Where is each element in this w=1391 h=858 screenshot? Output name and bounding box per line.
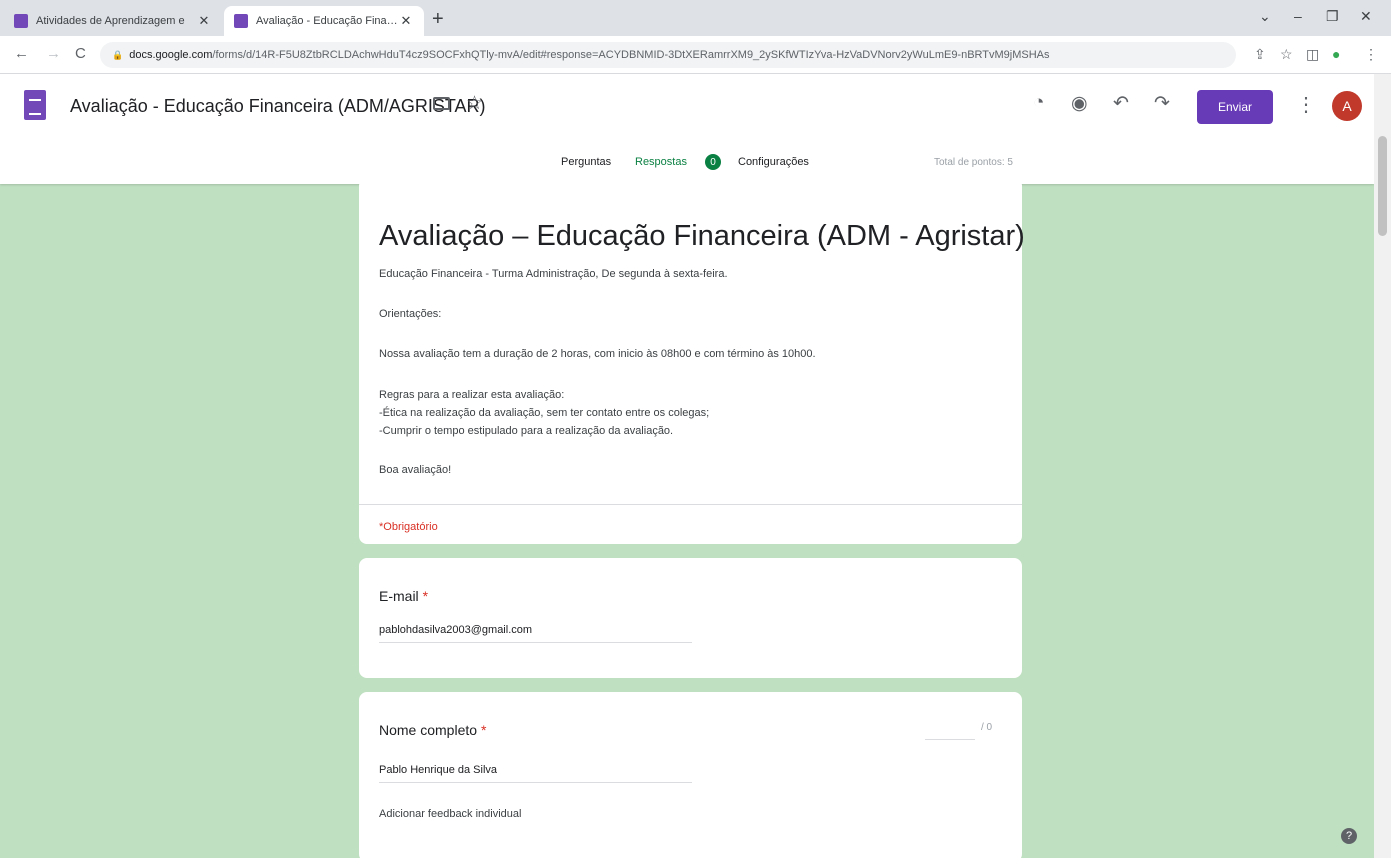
tab-settings[interactable]: Configurações bbox=[738, 156, 809, 168]
restore-button[interactable]: ❐ bbox=[1326, 8, 1339, 25]
folder-icon[interactable] bbox=[433, 97, 450, 110]
browser-toolbar: ← → C 🔒 docs.google.com /forms/d/14R-F5U… bbox=[0, 36, 1391, 74]
form-title: Avaliação – Educação Financeira (ADM - A… bbox=[379, 220, 1025, 252]
star-icon[interactable]: ☆ bbox=[466, 92, 483, 115]
form-description-line: Boa avaliação! bbox=[379, 464, 452, 476]
question-title-text: Nome completo bbox=[379, 722, 478, 738]
question-title: E-mail * bbox=[379, 588, 428, 604]
email-answer: pablohdasilva2003@gmail.com bbox=[379, 624, 692, 643]
document-title[interactable]: Avaliação - Educação Financeira (ADM/AGR… bbox=[70, 96, 486, 117]
minimize-button[interactable]: – bbox=[1294, 8, 1302, 24]
send-button[interactable]: Enviar bbox=[1197, 90, 1273, 124]
total-points-label: Total de pontos: 5 bbox=[934, 157, 1013, 168]
required-asterisk: * bbox=[422, 588, 429, 604]
more-options-icon[interactable]: ⋮ bbox=[1296, 92, 1316, 117]
close-window-button[interactable]: ✕ bbox=[1360, 8, 1372, 25]
responses-count-badge: 0 bbox=[705, 154, 721, 170]
question-card-email: E-mail * pablohdasilva2003@gmail.com bbox=[359, 558, 1022, 678]
form-description-line: Orientações: bbox=[379, 308, 442, 320]
preview-eye-icon[interactable]: ◉ bbox=[1071, 92, 1088, 115]
url-host: docs.google.com bbox=[129, 49, 213, 61]
form-description-line: Regras para a realizar esta avaliação: bbox=[379, 389, 565, 401]
avatar[interactable]: A bbox=[1332, 91, 1362, 121]
browser-tab-activities[interactable]: Atividades de Aprendizagem e ✕ bbox=[4, 6, 222, 36]
scrollbar[interactable] bbox=[1374, 74, 1391, 858]
question-title: Nome completo * bbox=[379, 722, 486, 738]
side-panel-icon[interactable]: ◫ bbox=[1306, 46, 1319, 63]
tab-responses[interactable]: Respostas bbox=[635, 156, 687, 168]
extension-icon[interactable]: ● bbox=[1332, 46, 1340, 62]
form-description-line: Nossa avaliação tem a duração de 2 horas… bbox=[379, 348, 816, 360]
close-tab-icon[interactable]: ✕ bbox=[398, 13, 414, 29]
share-icon[interactable]: ⇪ bbox=[1254, 46, 1266, 63]
add-feedback-link[interactable]: Adicionar feedback individual bbox=[379, 808, 521, 820]
full-name-answer: Pablo Henrique da Silva bbox=[379, 764, 692, 783]
redo-icon[interactable]: ↷ bbox=[1154, 92, 1170, 115]
google-forms-logo-icon[interactable] bbox=[24, 90, 46, 120]
form-description-line: -Ética na realização da avaliação, sem t… bbox=[379, 407, 710, 419]
divider bbox=[359, 504, 1022, 505]
tab-search-icon[interactable]: ⌄ bbox=[1259, 8, 1271, 25]
tab-questions[interactable]: Perguntas bbox=[561, 156, 611, 168]
close-tab-icon[interactable]: ✕ bbox=[196, 13, 212, 29]
form-description-line: Educação Financeira - Turma Administraçã… bbox=[379, 268, 728, 280]
form-header-card: Avaliação – Educação Financeira (ADM - A… bbox=[359, 178, 1025, 544]
reload-button[interactable]: C bbox=[75, 45, 86, 62]
undo-icon[interactable]: ↶ bbox=[1113, 92, 1129, 115]
url-path: /forms/d/14R-F5U8ZtbRCLDAchwHduT4cz9SOCF… bbox=[212, 49, 1050, 61]
question-title-text: E-mail bbox=[379, 588, 419, 604]
lock-icon: 🔒 bbox=[112, 49, 124, 60]
tab-title: Avaliação - Educação Financeir bbox=[256, 15, 398, 27]
help-icon[interactable]: ? bbox=[1341, 828, 1357, 844]
points-max: / 0 bbox=[981, 722, 993, 733]
browser-tabstrip: Atividades de Aprendizagem e ✕ Avaliação… bbox=[0, 0, 1391, 36]
address-bar[interactable]: 🔒 docs.google.com /forms/d/14R-F5U8ZtbRC… bbox=[100, 42, 1236, 68]
forward-button[interactable]: → bbox=[46, 45, 61, 62]
forms-header: Avaliação - Educação Financeira (ADM/AGR… bbox=[0, 74, 1374, 184]
question-card-full-name: Nome completo * / 0 Pablo Henrique da Si… bbox=[359, 692, 1022, 858]
required-note: *Obrigatório bbox=[379, 521, 438, 533]
points-input[interactable] bbox=[925, 722, 975, 740]
browser-tab-evaluation[interactable]: Avaliação - Educação Financeir ✕ bbox=[224, 6, 424, 36]
palette-icon[interactable]: ◔ bbox=[1033, 92, 1044, 114]
form-description-line: -Cumprir o tempo estipulado para a reali… bbox=[379, 425, 674, 437]
back-button[interactable]: ← bbox=[14, 45, 29, 62]
tab-title: Atividades de Aprendizagem e bbox=[36, 15, 185, 27]
new-tab-button[interactable]: + bbox=[432, 8, 444, 31]
bookmark-star-icon[interactable]: ☆ bbox=[1280, 46, 1293, 63]
required-asterisk: * bbox=[480, 722, 487, 738]
browser-menu-icon[interactable]: ⋮ bbox=[1364, 46, 1378, 63]
forms-favicon-icon bbox=[14, 14, 28, 28]
scrollbar-thumb[interactable] bbox=[1378, 136, 1387, 236]
forms-favicon-icon bbox=[234, 14, 248, 28]
